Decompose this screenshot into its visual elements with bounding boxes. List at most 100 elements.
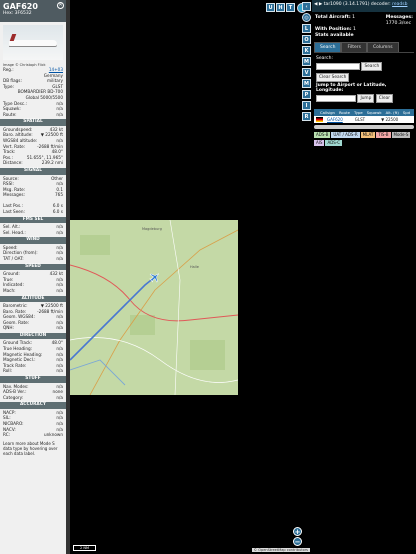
version-bar: ◀ ▶ tar1090 (3.14.1791) decoder: readsb [312, 0, 416, 12]
messages-label: Messages: [385, 15, 413, 20]
col-alt[interactable]: Alt. (ft) [384, 109, 401, 116]
col-route[interactable]: Route [337, 109, 352, 116]
town-label-1: Magdeburg [142, 227, 162, 231]
section-header-fms-sel: FMS SEL [0, 216, 66, 224]
info-key: Route: [3, 111, 17, 117]
layer-buttons: LOKMVMPIR [301, 24, 312, 121]
aircraft-list-panel: ◀ ▶ tar1090 (3.14.1791) decoder: readsb … [312, 0, 416, 554]
aircraft-photo-body [9, 40, 57, 46]
layer-button-m-5[interactable]: M [302, 79, 311, 88]
detail-key: TAT / OAT: [3, 256, 24, 262]
table-row[interactable]: GAF620 GLST ▼ 22500 [314, 116, 414, 123]
layer-button-v-4[interactable]: V [302, 68, 311, 77]
info-value: n/a [56, 111, 63, 117]
aircraft-header: GAF620 Hex: 3F6532 ✕ [0, 0, 66, 22]
detail-row: TAT / OAT: n/a [0, 256, 66, 262]
tab-filters[interactable]: Filters [341, 42, 367, 52]
detail-value: n/a [56, 229, 63, 235]
aircraft-detail-sections: SPATIAL Groundspeed: 432 kt Baro. altitude:… [0, 119, 66, 437]
source-badge-ads-c: ADS-C [325, 140, 343, 146]
collapse-panel-icon[interactable]: ‹ [302, 2, 311, 11]
layer-button-r-8[interactable]: R [302, 112, 311, 121]
clear-search-button[interactable]: Clear Search [316, 73, 350, 82]
detail-value: 239.2 nmi [41, 160, 63, 166]
section-header-wind: WIND [0, 237, 66, 244]
source-badge-mode-s: Mode-S [391, 132, 411, 138]
search-button[interactable]: Search [361, 62, 383, 71]
aircraft-basic-info: Reg.: 14+03 Germany DB flags: military Type: G… [0, 67, 66, 117]
map-button-h[interactable]: H [276, 3, 285, 12]
map-scale: 2 NM [73, 545, 96, 551]
aircraft-info-panel: GAF620 Hex: 3F6532 ✕ Image © Christoph F… [0, 0, 66, 554]
aircraft-photo[interactable] [3, 25, 63, 60]
map-svg: Magdeburg Halle [70, 220, 238, 395]
detail-value: n/a [56, 394, 63, 400]
detail-row: Last Seen: 6.0 s [0, 209, 66, 215]
source-badge-mlat: MLAT [360, 132, 376, 138]
stats-available-link[interactable]: Stats available [315, 33, 354, 38]
layer-button-o-1[interactable]: O [302, 35, 311, 44]
section-header-signal: SIGNAL [0, 168, 66, 175]
version-text: tar1090 (3.14.1791) decoder: [323, 2, 393, 7]
col-type[interactable]: Type [352, 109, 365, 116]
footer-hint: Learn more about Mode S data type by hov… [3, 440, 58, 457]
info-key: Reg.: [3, 67, 14, 72]
jump-input[interactable] [316, 95, 356, 102]
map-area[interactable]: Magdeburg Halle UHT 2 NM + − © OpenStree… [70, 0, 310, 554]
source-legend: ADS-B UAT / ADS-R MLAT TIS-B Mode-S AIS ADS-C [312, 129, 416, 151]
section-header-altitude: ALTITUDE [0, 295, 66, 302]
detail-row: QNH: n/a [0, 325, 66, 331]
col-callsign[interactable]: Callsign [318, 109, 337, 116]
map-button-t[interactable]: T [286, 3, 295, 12]
total-aircraft-label: Total Aircraft: [315, 15, 351, 20]
town-label-2: Halle [190, 265, 199, 269]
detail-key: Roll: [3, 368, 13, 374]
search-label: Search: [316, 56, 333, 61]
jump-button[interactable]: Jump [357, 94, 375, 103]
detail-row: Mach: n/a [0, 288, 66, 294]
info-key: Type: [3, 83, 15, 89]
map-tile[interactable]: Magdeburg Halle [70, 220, 238, 395]
total-aircraft-value: 1 [352, 15, 356, 20]
tab-columns[interactable]: Columns [366, 42, 399, 52]
center-map-icon[interactable]: ◎ [302, 13, 311, 22]
detail-key: Category: [3, 394, 24, 400]
jump-label: Jump to Airport or Latitude, Longitude: [316, 83, 387, 93]
col-squawk[interactable]: Squawk [365, 109, 384, 116]
collapse-arrows-icon[interactable]: ◀ ▶ [314, 2, 324, 7]
detail-row: Sel. Head.: n/a [0, 230, 66, 236]
search-input[interactable] [316, 63, 360, 70]
detail-value: n/a [56, 368, 63, 374]
detail-value: n/a [56, 256, 63, 262]
detail-key: Sel. Head.: [3, 229, 26, 235]
source-badge-ads-b: ADS-B [314, 132, 331, 138]
row-route [345, 116, 353, 123]
col-spd[interactable]: Spd [401, 109, 412, 116]
clear-button[interactable]: Clear [375, 94, 394, 103]
search-section: Search: Search Clear Search Jump to Airp… [312, 53, 416, 107]
detail-key: Mach: [3, 287, 16, 293]
section-header-direction: DIRECTION [0, 332, 66, 340]
layer-button-m-3[interactable]: M [302, 57, 311, 66]
layer-button-strip: ‹ ◎ LOKMVMPIR [301, 0, 312, 554]
source-badge-ais: AIS [314, 140, 325, 146]
layer-button-i-7[interactable]: I [302, 101, 311, 110]
layer-button-p-6[interactable]: P [302, 90, 311, 99]
row-callsign[interactable]: GAF620 [325, 116, 345, 123]
layer-button-l-0[interactable]: L [302, 24, 311, 33]
section-header-spatial: SPATIAL [0, 119, 66, 126]
layer-button-k-2[interactable]: K [302, 46, 311, 55]
detail-value: 6.0 s [52, 209, 63, 215]
readsb-link[interactable]: readsb [392, 2, 407, 7]
detail-value: n/a [56, 287, 63, 293]
info-row: Route: n/a [0, 112, 66, 118]
table-header: Callsign Route Type Squawk Alt. (ft) Spd [314, 109, 414, 116]
detail-value: n/a [56, 325, 63, 331]
tab-search[interactable]: Search [314, 42, 342, 52]
detail-key: QNH: [3, 325, 14, 331]
map-button-u[interactable]: U [266, 3, 275, 12]
close-icon[interactable]: ✕ [57, 2, 64, 9]
with-position-value: 1 [353, 27, 356, 32]
section-header-speed: SPEED [0, 263, 66, 271]
detail-value: unknown [43, 432, 63, 438]
